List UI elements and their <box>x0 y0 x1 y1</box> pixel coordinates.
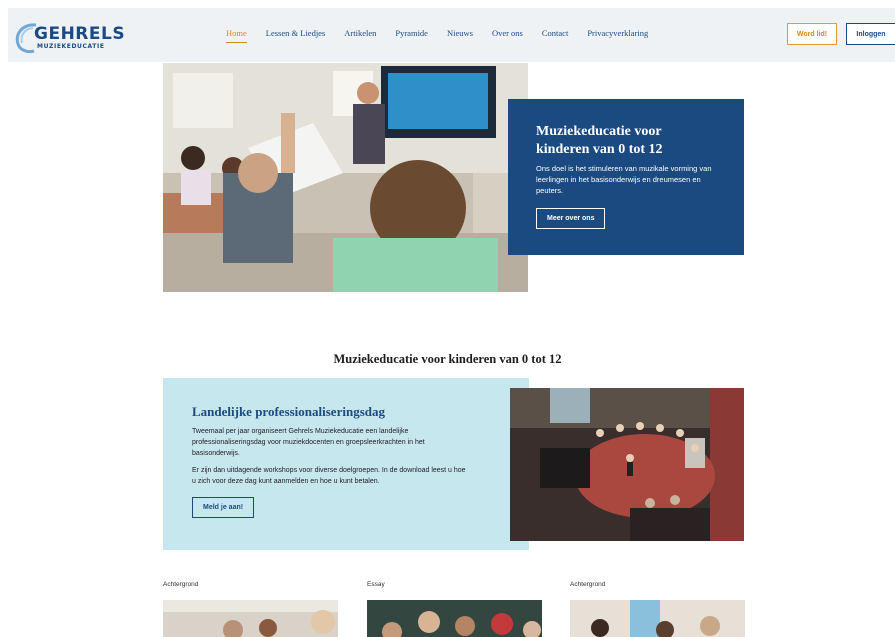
logo-subtitle: MUZIEKEDUCATIE <box>37 43 105 50</box>
nav-lessen-liedjes[interactable]: Lessen & Liedjes <box>266 28 325 41</box>
logo-wordmark: GEHRELS <box>34 24 126 44</box>
event-card: Landelijke professionaliseringsdag Tweem… <box>163 378 529 550</box>
join-button[interactable]: Word lid! <box>787 23 837 45</box>
section-title: Muziekeducatie voor kinderen van 0 tot 1… <box>333 352 562 366</box>
register-button[interactable]: Meld je aan! <box>192 497 255 518</box>
nav-artikelen[interactable]: Artikelen <box>344 28 376 41</box>
nav-over-ons[interactable]: Over ons <box>492 28 523 41</box>
card-2-category: Essay <box>367 581 385 588</box>
card-1-image[interactable] <box>163 600 338 637</box>
about-us-button[interactable]: Meer over ons <box>536 208 606 229</box>
hero-title: Muziekeducatie voor kinderen van 0 tot 1… <box>536 124 663 157</box>
card-1-category: Achtergrond <box>163 581 199 588</box>
nav-nieuws[interactable]: Nieuws <box>447 28 473 41</box>
login-button[interactable]: Inloggen <box>846 23 895 45</box>
card-2-image[interactable] <box>367 600 542 637</box>
nav-contact[interactable]: Contact <box>542 28 568 41</box>
hero-card: Muziekeducatie voor kinderen van 0 tot 1… <box>508 99 744 255</box>
hero-classroom-image <box>163 63 528 292</box>
main-nav: Home Lessen & Liedjes Artikelen Pyramide… <box>226 28 648 43</box>
hero-description: Ons doel is het stimuleren van muzikale … <box>536 164 712 195</box>
card-3-category: Achtergrond <box>570 581 606 588</box>
nav-privacyverklaring[interactable]: Privacyverklaring <box>587 28 648 41</box>
event-title: Landelijke professionaliseringsdag <box>192 404 385 419</box>
event-paragraph-1: Tweemaal per jaar organiseert Gehrels Mu… <box>192 428 425 457</box>
gehrels-logo[interactable]: GEHRELS MUZIEKEDUCATIE <box>14 22 125 54</box>
card-3-image[interactable] <box>570 600 745 637</box>
site-header: GEHRELS MUZIEKEDUCATIE Home Lessen & Lie… <box>8 8 895 62</box>
event-workshop-image <box>510 388 744 541</box>
event-paragraph-2: Er zijn dan uitdagende workshops voor di… <box>192 467 466 485</box>
nav-pyramide[interactable]: Pyramide <box>395 28 428 41</box>
nav-home[interactable]: Home <box>226 28 247 43</box>
